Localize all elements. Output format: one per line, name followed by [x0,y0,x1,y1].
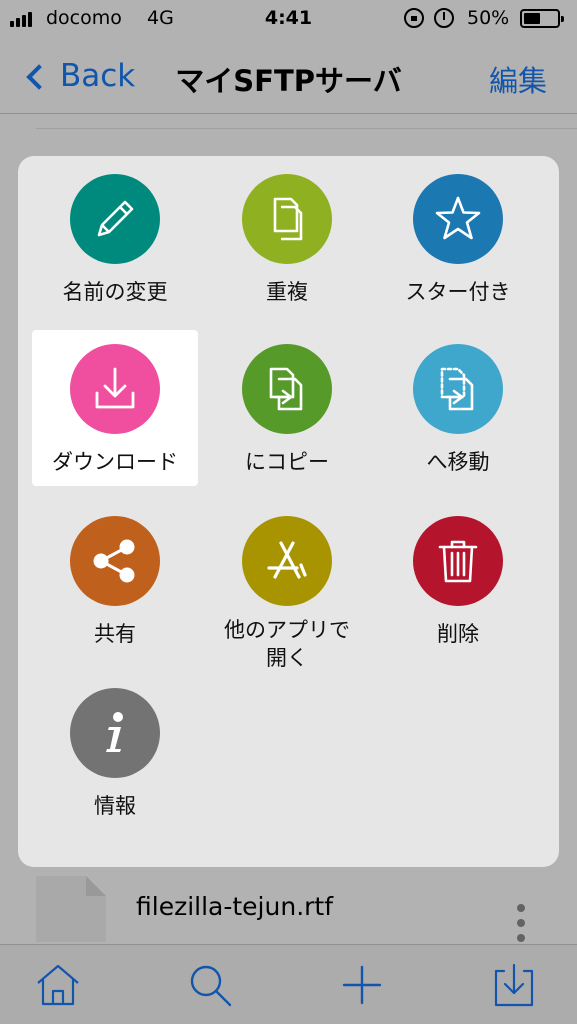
delete-action[interactable]: 削除 [375,502,541,658]
pencil-icon [70,174,160,264]
info-icon [70,688,160,778]
duplicate-icon [242,174,332,264]
action-label: 名前の変更 [62,280,168,304]
share-icon [70,516,160,606]
action-label: スター付き [405,280,511,304]
download-action[interactable]: ダウンロード [32,330,198,486]
share-action[interactable]: 共有 [32,502,198,658]
move-to-icon [413,344,503,434]
move-to-action[interactable]: へ移動 [375,330,541,486]
action-label-line2: 開く [266,646,308,670]
action-label: 他のアプリで 開く [194,616,380,672]
action-label: 情報 [94,794,136,818]
download-icon [70,344,160,434]
action-sheet: 名前の変更 重複 スター付き ダウンロード にコピー へ移動 共有 他のアプリで… [18,156,559,867]
action-label: にコピー [245,450,329,474]
trash-icon [413,516,503,606]
action-label: ダウンロード [52,450,178,474]
action-label: 重複 [266,280,308,304]
open-in-action[interactable]: 他のアプリで 開く [204,502,370,670]
copy-to-action[interactable]: にコピー [204,330,370,486]
copy-to-icon [242,344,332,434]
star-icon [413,174,503,264]
rename-action[interactable]: 名前の変更 [32,160,198,316]
action-label: へ移動 [426,450,490,474]
info-action[interactable]: 情報 [32,674,198,830]
action-label: 共有 [94,622,136,646]
action-label: 削除 [437,622,479,646]
action-label-line1: 他のアプリで [224,618,350,642]
duplicate-action[interactable]: 重複 [204,160,370,316]
app-store-icon [242,516,332,606]
star-action[interactable]: スター付き [375,160,541,316]
